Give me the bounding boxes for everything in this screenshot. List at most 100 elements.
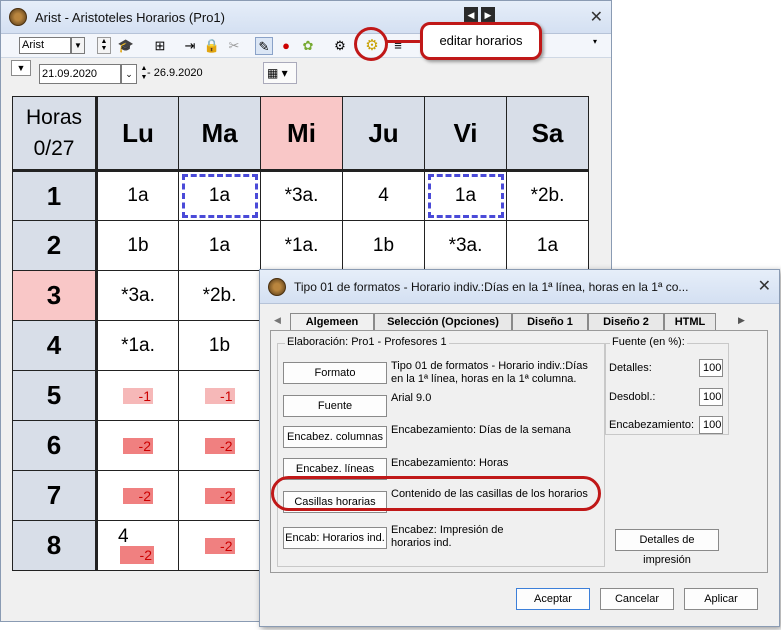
delete-icon[interactable]: ✂ bbox=[225, 37, 243, 55]
negative-marker: -2 bbox=[123, 487, 153, 504]
tab-diseno-2[interactable]: Diseño 2 bbox=[588, 313, 664, 330]
detalles-field[interactable]: 100 bbox=[699, 359, 723, 377]
toolbar-overflow-icon[interactable]: ▾ bbox=[593, 37, 597, 54]
hour-header-5: 5 bbox=[12, 370, 98, 421]
detalles-impresion-button[interactable]: Detalles de impresión bbox=[615, 529, 719, 566]
chevron-down-icon[interactable]: ⌄ bbox=[121, 64, 137, 84]
timetable-cell[interactable]: -1 bbox=[178, 370, 261, 421]
negative-marker: -2 bbox=[204, 487, 235, 504]
hour-header-3: 3 bbox=[12, 270, 98, 321]
encab-horarios-ind-desc: Encabez: Impresión de horarios ind. bbox=[391, 524, 504, 549]
main-window-title: Arist - Aristoteles Horarios (Pro1) bbox=[35, 9, 225, 25]
timetable-cell[interactable]: *3a. bbox=[424, 220, 507, 271]
timetable-cell[interactable]: 4 bbox=[342, 170, 425, 221]
annotation-callout: editar horarios bbox=[420, 22, 542, 60]
timetable-cell[interactable]: 4 -2 bbox=[96, 520, 179, 571]
pin-icon[interactable]: ● bbox=[277, 37, 295, 55]
day-header-sa: Sa bbox=[506, 96, 589, 172]
negative-marker: -1 bbox=[123, 387, 153, 404]
timetable-cell[interactable]: -2 bbox=[178, 420, 261, 471]
export-icon[interactable]: ⇥ bbox=[181, 37, 199, 55]
negative-marker: -2 bbox=[204, 437, 235, 454]
hour-header-8: 8 bbox=[12, 520, 98, 571]
timetable-row: 2 1b 1a *1a. 1b *3a. 1a bbox=[12, 220, 589, 271]
day-header-ju: Ju bbox=[342, 96, 425, 172]
calendar-view-icon[interactable]: ▦ ▾ bbox=[263, 62, 297, 84]
negative-marker: -2 bbox=[120, 545, 154, 564]
grid-view-icon[interactable]: ⊞ bbox=[151, 37, 169, 55]
negative-marker: -1 bbox=[204, 387, 235, 404]
hour-header-7: 7 bbox=[12, 470, 98, 521]
cell-value: 4 bbox=[118, 525, 129, 547]
timetable-cell[interactable]: -1 bbox=[96, 370, 179, 421]
desdobl-label: Desdobl.: bbox=[609, 391, 656, 403]
edit-pencil-icon[interactable]: ✎ bbox=[255, 37, 273, 55]
encab-horarios-ind-button[interactable]: Encab: Horarios ind. bbox=[283, 527, 387, 549]
negative-marker: -2 bbox=[204, 537, 235, 554]
timetable-cell[interactable]: 1a bbox=[424, 170, 507, 221]
timetable-cell[interactable]: 1b bbox=[96, 220, 179, 271]
element-combo[interactable]: Arist bbox=[19, 37, 71, 54]
tab-scroll-left-icon[interactable]: ◀ bbox=[274, 315, 281, 326]
spin-up-down-icon[interactable]: ▲ ▼ bbox=[97, 37, 111, 54]
tab-algemeen[interactable]: Algemeen bbox=[290, 313, 374, 331]
settings-page-icon[interactable]: ⚙ bbox=[331, 37, 349, 55]
timetable-row: 1 1a 1a *3a. 4 1a *2b. bbox=[12, 170, 589, 221]
day-header-ma: Ma bbox=[178, 96, 261, 172]
hours-count: 0/27 bbox=[33, 137, 75, 160]
hours-corner: Horas 0/27 bbox=[12, 96, 98, 172]
fuente-button[interactable]: Fuente bbox=[283, 395, 387, 417]
timetable-cell[interactable]: -2 bbox=[96, 420, 179, 471]
hour-header-4: 4 bbox=[12, 320, 98, 371]
encabez-columnas-button[interactable]: Encabez. columnas bbox=[283, 426, 387, 448]
timetable-cell[interactable]: 1a bbox=[506, 220, 589, 271]
tab-scroll-right-icon[interactable]: ▶ bbox=[738, 315, 745, 326]
timetable-cell[interactable]: 1a bbox=[96, 170, 179, 221]
dialog-title: Tipo 01 de formatos - Horario indiv.:Día… bbox=[294, 279, 689, 294]
tab-html[interactable]: HTML bbox=[664, 313, 716, 330]
date-to-label: - 26.9.2020 bbox=[147, 67, 203, 79]
tab-diseno-1[interactable]: Diseño 1 bbox=[512, 313, 588, 330]
dialog-close-icon[interactable]: ✕ bbox=[758, 276, 771, 296]
timetable-cell[interactable]: *1a. bbox=[260, 220, 343, 271]
app-icon bbox=[9, 8, 27, 26]
timetable-cell[interactable]: *3a. bbox=[96, 270, 179, 321]
encabez-lineas-desc: Encabezamiento: Horas bbox=[391, 457, 509, 469]
date-bar: ▼ 21.09.2020 ⌄ ▲ ▼ - 26.9.2020 ▦ ▾ bbox=[1, 58, 611, 92]
timetable-cell[interactable]: *1a. bbox=[96, 320, 179, 371]
day-header-mi: Mi bbox=[260, 96, 343, 172]
timetable-cell[interactable]: -2 bbox=[96, 470, 179, 521]
timetable-cell[interactable]: 1b bbox=[342, 220, 425, 271]
aplicar-button[interactable]: Aplicar bbox=[684, 588, 758, 610]
timetable-cell[interactable]: *2b. bbox=[506, 170, 589, 221]
dropdown-icon[interactable]: ▼ bbox=[11, 60, 31, 76]
formato-button[interactable]: Formato bbox=[283, 362, 387, 384]
date-from-field[interactable]: 21.09.2020 bbox=[39, 64, 121, 84]
hour-header-2: 2 bbox=[12, 220, 98, 271]
timetable-cell[interactable]: 1a bbox=[178, 220, 261, 271]
encabezamiento-label: Encabezamiento: bbox=[609, 419, 694, 431]
dialog-app-icon bbox=[268, 277, 286, 296]
desdobl-field[interactable]: 100 bbox=[699, 388, 723, 406]
formato-desc: Tipo 01 de formatos - Horario indiv.:Día… bbox=[391, 360, 588, 385]
timetable-cell[interactable]: 1b bbox=[178, 320, 261, 371]
aceptar-button[interactable]: Aceptar bbox=[516, 588, 590, 610]
encabezamiento-field[interactable]: 100 bbox=[699, 416, 723, 434]
timetable-cell[interactable]: *2b. bbox=[178, 270, 261, 321]
detalles-label: Detalles: bbox=[609, 362, 652, 374]
fuente-group-label: Fuente (en %): bbox=[610, 336, 687, 348]
combo-dropdown-icon[interactable]: ▼ bbox=[71, 37, 85, 54]
cancelar-button[interactable]: Cancelar bbox=[600, 588, 674, 610]
teacher-hat-icon[interactable]: 🎓 bbox=[117, 37, 135, 55]
tab-seleccion[interactable]: Selección (Opciones) bbox=[374, 313, 512, 330]
timetable-cell[interactable]: -2 bbox=[178, 520, 261, 571]
encabez-columnas-desc: Encabezamiento: Días de la semana bbox=[391, 424, 571, 436]
timetable-cell[interactable]: *3a. bbox=[260, 170, 343, 221]
annotation-ring bbox=[354, 27, 388, 61]
close-icon[interactable]: ✕ bbox=[590, 7, 603, 27]
annotation-connector bbox=[386, 40, 422, 43]
timetable-cell[interactable]: 1a bbox=[178, 170, 261, 221]
timetable-cell[interactable]: -2 bbox=[178, 470, 261, 521]
groups-icon[interactable]: ✿ bbox=[299, 37, 317, 55]
lock-icon[interactable]: 🔒 bbox=[203, 37, 221, 55]
